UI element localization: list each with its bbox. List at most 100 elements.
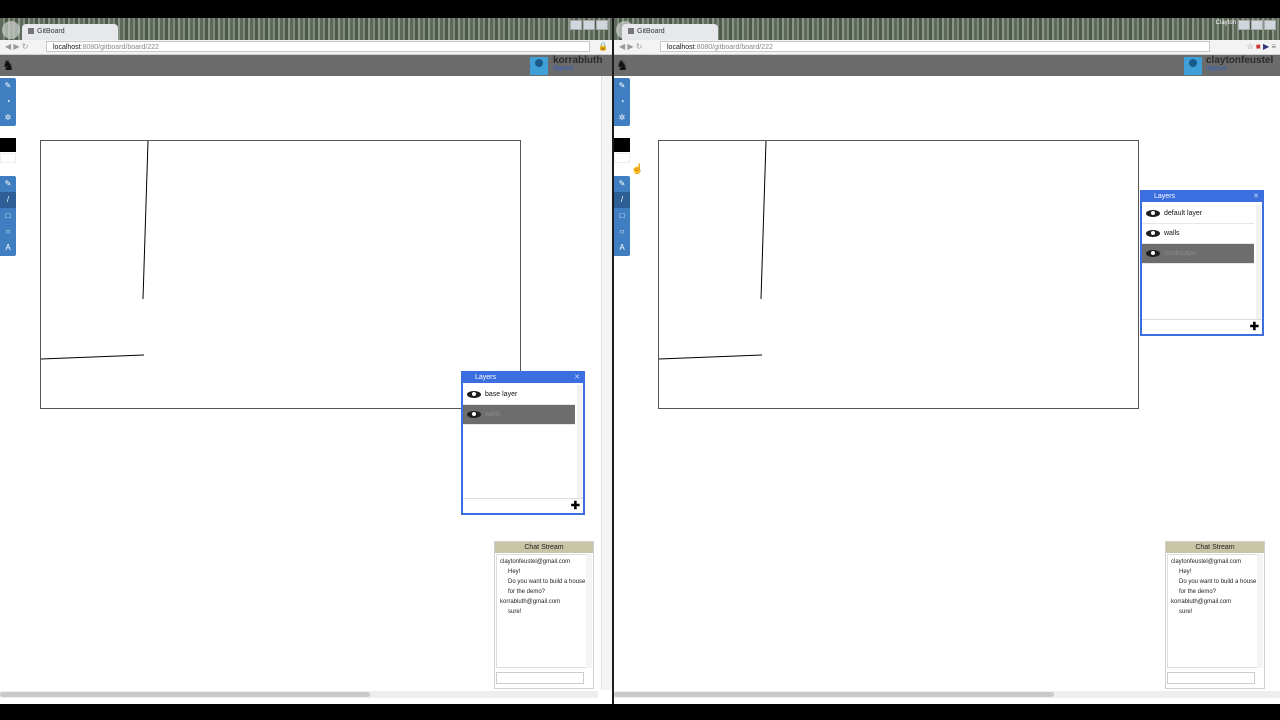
gear-icon[interactable]: ✲ <box>0 110 16 126</box>
canvas-drawing <box>659 141 767 360</box>
layers-header[interactable]: Layers ✕ <box>463 373 583 383</box>
chat-stream: Chat Stream claytonfeustel@gmail.com Hey… <box>494 541 594 689</box>
chrome-logo-icon <box>2 21 20 39</box>
eye-icon[interactable] <box>467 411 481 418</box>
signout-link[interactable]: Signout <box>553 66 573 72</box>
app-header: ♞ claytonfeustel Signout <box>614 55 1280 76</box>
layers-scrollbar[interactable] <box>1256 204 1261 320</box>
color-swatch-white[interactable] <box>0 153 16 163</box>
chat-message: Hey! <box>1179 569 1192 575</box>
gitboard-logo-icon[interactable]: ♞ <box>2 57 15 73</box>
layer-item-landscape[interactable]: landscape <box>1142 244 1254 264</box>
chat-sender: claytonfeustel@gmail.com <box>1171 559 1242 565</box>
wall-line-horizontal <box>41 354 145 360</box>
signout-link[interactable]: Signout <box>1206 66 1226 72</box>
chat-sender: claytonfeustel@gmail.com <box>500 559 571 565</box>
circle-tool-icon[interactable]: ○ <box>614 224 630 240</box>
chat-message: sure! <box>1179 609 1193 615</box>
layers-header[interactable]: Layers ✕ <box>1142 192 1262 202</box>
extension-icon[interactable]: ▶ <box>1263 42 1269 51</box>
chat-scrollbar[interactable] <box>586 554 592 668</box>
gear-icon[interactable]: ✲ <box>614 110 630 126</box>
pencil-tool-icon[interactable]: ✎ <box>0 176 16 192</box>
color-swatch-black[interactable] <box>614 138 630 152</box>
text-tool-icon[interactable]: A <box>0 240 16 256</box>
text-tool-icon[interactable]: A <box>614 240 630 256</box>
drawing-canvas[interactable] <box>658 140 1139 409</box>
chat-scrollbar[interactable] <box>1257 554 1263 668</box>
layers-scrollbar[interactable] <box>577 385 582 499</box>
add-layer-icon[interactable]: ✚ <box>571 499 580 512</box>
maximize-icon[interactable] <box>1251 20 1263 30</box>
app-header: ♞ korrabluth Signout <box>0 55 612 76</box>
circle-tool-icon[interactable]: ○ <box>0 224 16 240</box>
url-field[interactable]: localhost:8080/gitboard/board/222 <box>46 41 590 52</box>
eye-icon[interactable] <box>1146 210 1160 217</box>
layer-item-default-layer[interactable]: default layer <box>1142 204 1254 224</box>
chat-sender: korrabluth@gmail.com <box>1171 599 1232 605</box>
profile-name[interactable]: Clayton <box>1216 20 1236 26</box>
window-controls[interactable] <box>1237 20 1276 32</box>
chat-message: sure! <box>508 609 522 615</box>
layers-panel: Layers ✕ base layer walls ✚ <box>461 371 585 515</box>
layer-item-base-layer[interactable]: base layer <box>463 385 575 405</box>
page-horizontal-scrollbar[interactable] <box>614 691 1280 698</box>
chat-messages: claytonfeustel@gmail.com Hey! Do you wan… <box>496 554 592 668</box>
chat-messages: claytonfeustel@gmail.com Hey! Do you wan… <box>1167 554 1263 668</box>
pencil-tool-icon[interactable]: ✎ <box>614 176 630 192</box>
chat-input[interactable] <box>496 672 584 684</box>
layer-item-walls[interactable]: walls <box>1142 224 1254 244</box>
browser-tab[interactable]: GitBoard <box>622 24 718 40</box>
minimize-icon[interactable] <box>1238 20 1250 30</box>
layer-name: walls <box>485 411 501 418</box>
avatar[interactable] <box>530 57 548 75</box>
eye-icon[interactable] <box>1146 250 1160 257</box>
canvas-drawing <box>41 141 149 360</box>
page-vertical-scrollbar[interactable] <box>601 76 612 690</box>
fill-icon[interactable]: ◔ <box>0 94 16 110</box>
maximize-icon[interactable] <box>583 20 595 30</box>
address-bar: ◀ ▶ ↻ localhost:8080/gitboard/board/222 … <box>0 40 612 55</box>
window-controls[interactable] <box>569 20 608 32</box>
url-field[interactable]: localhost:8080/gitboard/board/222 <box>660 41 1210 52</box>
wall-line-horizontal <box>659 354 763 360</box>
chat-input[interactable] <box>1167 672 1255 684</box>
minimize-icon[interactable] <box>570 20 582 30</box>
close-window-icon[interactable] <box>1264 20 1276 30</box>
close-icon[interactable]: ✕ <box>1253 192 1259 202</box>
rect-tool-icon[interactable]: □ <box>614 208 630 224</box>
pencil-icon[interactable]: ✎ <box>614 78 630 94</box>
avatar[interactable] <box>1184 57 1202 75</box>
chat-message: Hey! <box>508 569 521 575</box>
drawing-canvas[interactable] <box>40 140 521 409</box>
main-toolbar: ✎ ◔ ✲ <box>614 78 630 126</box>
tab-bar: GitBoard <box>0 18 612 40</box>
username: korrabluth <box>553 55 603 66</box>
color-swatch-white[interactable] <box>614 153 630 163</box>
browser-tab[interactable]: GitBoard <box>22 24 118 40</box>
line-tool-icon[interactable]: / <box>614 192 630 208</box>
eye-icon[interactable] <box>1146 230 1160 237</box>
close-window-icon[interactable] <box>596 20 608 30</box>
eye-icon[interactable] <box>467 391 481 398</box>
page-horizontal-scrollbar[interactable] <box>0 691 598 698</box>
pencil-icon[interactable]: ✎ <box>0 78 16 94</box>
color-swatch-black[interactable] <box>0 138 16 152</box>
layers-footer: ✚ <box>463 498 583 513</box>
rect-tool-icon[interactable]: □ <box>0 208 16 224</box>
line-tool-icon[interactable]: / <box>0 192 16 208</box>
layers-title: Layers <box>1154 193 1176 200</box>
gitboard-logo-icon[interactable]: ♞ <box>616 57 629 73</box>
scroll-thumb[interactable] <box>0 692 370 697</box>
add-layer-icon[interactable]: ✚ <box>1250 320 1259 333</box>
close-icon[interactable]: ✕ <box>574 373 580 383</box>
layer-item-walls[interactable]: walls <box>463 405 575 425</box>
bookmark-star-icon[interactable]: ☆ ■ ▶ ≡ <box>1246 42 1276 51</box>
nav-buttons[interactable]: ◀ ▶ ↻ <box>5 42 28 51</box>
chat-stream: Chat Stream claytonfeustel@gmail.com Hey… <box>1165 541 1265 689</box>
fill-icon[interactable]: ◔ <box>614 94 630 110</box>
mail-icon[interactable]: ■ <box>1256 42 1261 51</box>
scroll-thumb[interactable] <box>614 692 1054 697</box>
chat-title: Chat Stream <box>495 542 593 553</box>
nav-buttons[interactable]: ◀ ▶ ↻ <box>619 42 642 51</box>
